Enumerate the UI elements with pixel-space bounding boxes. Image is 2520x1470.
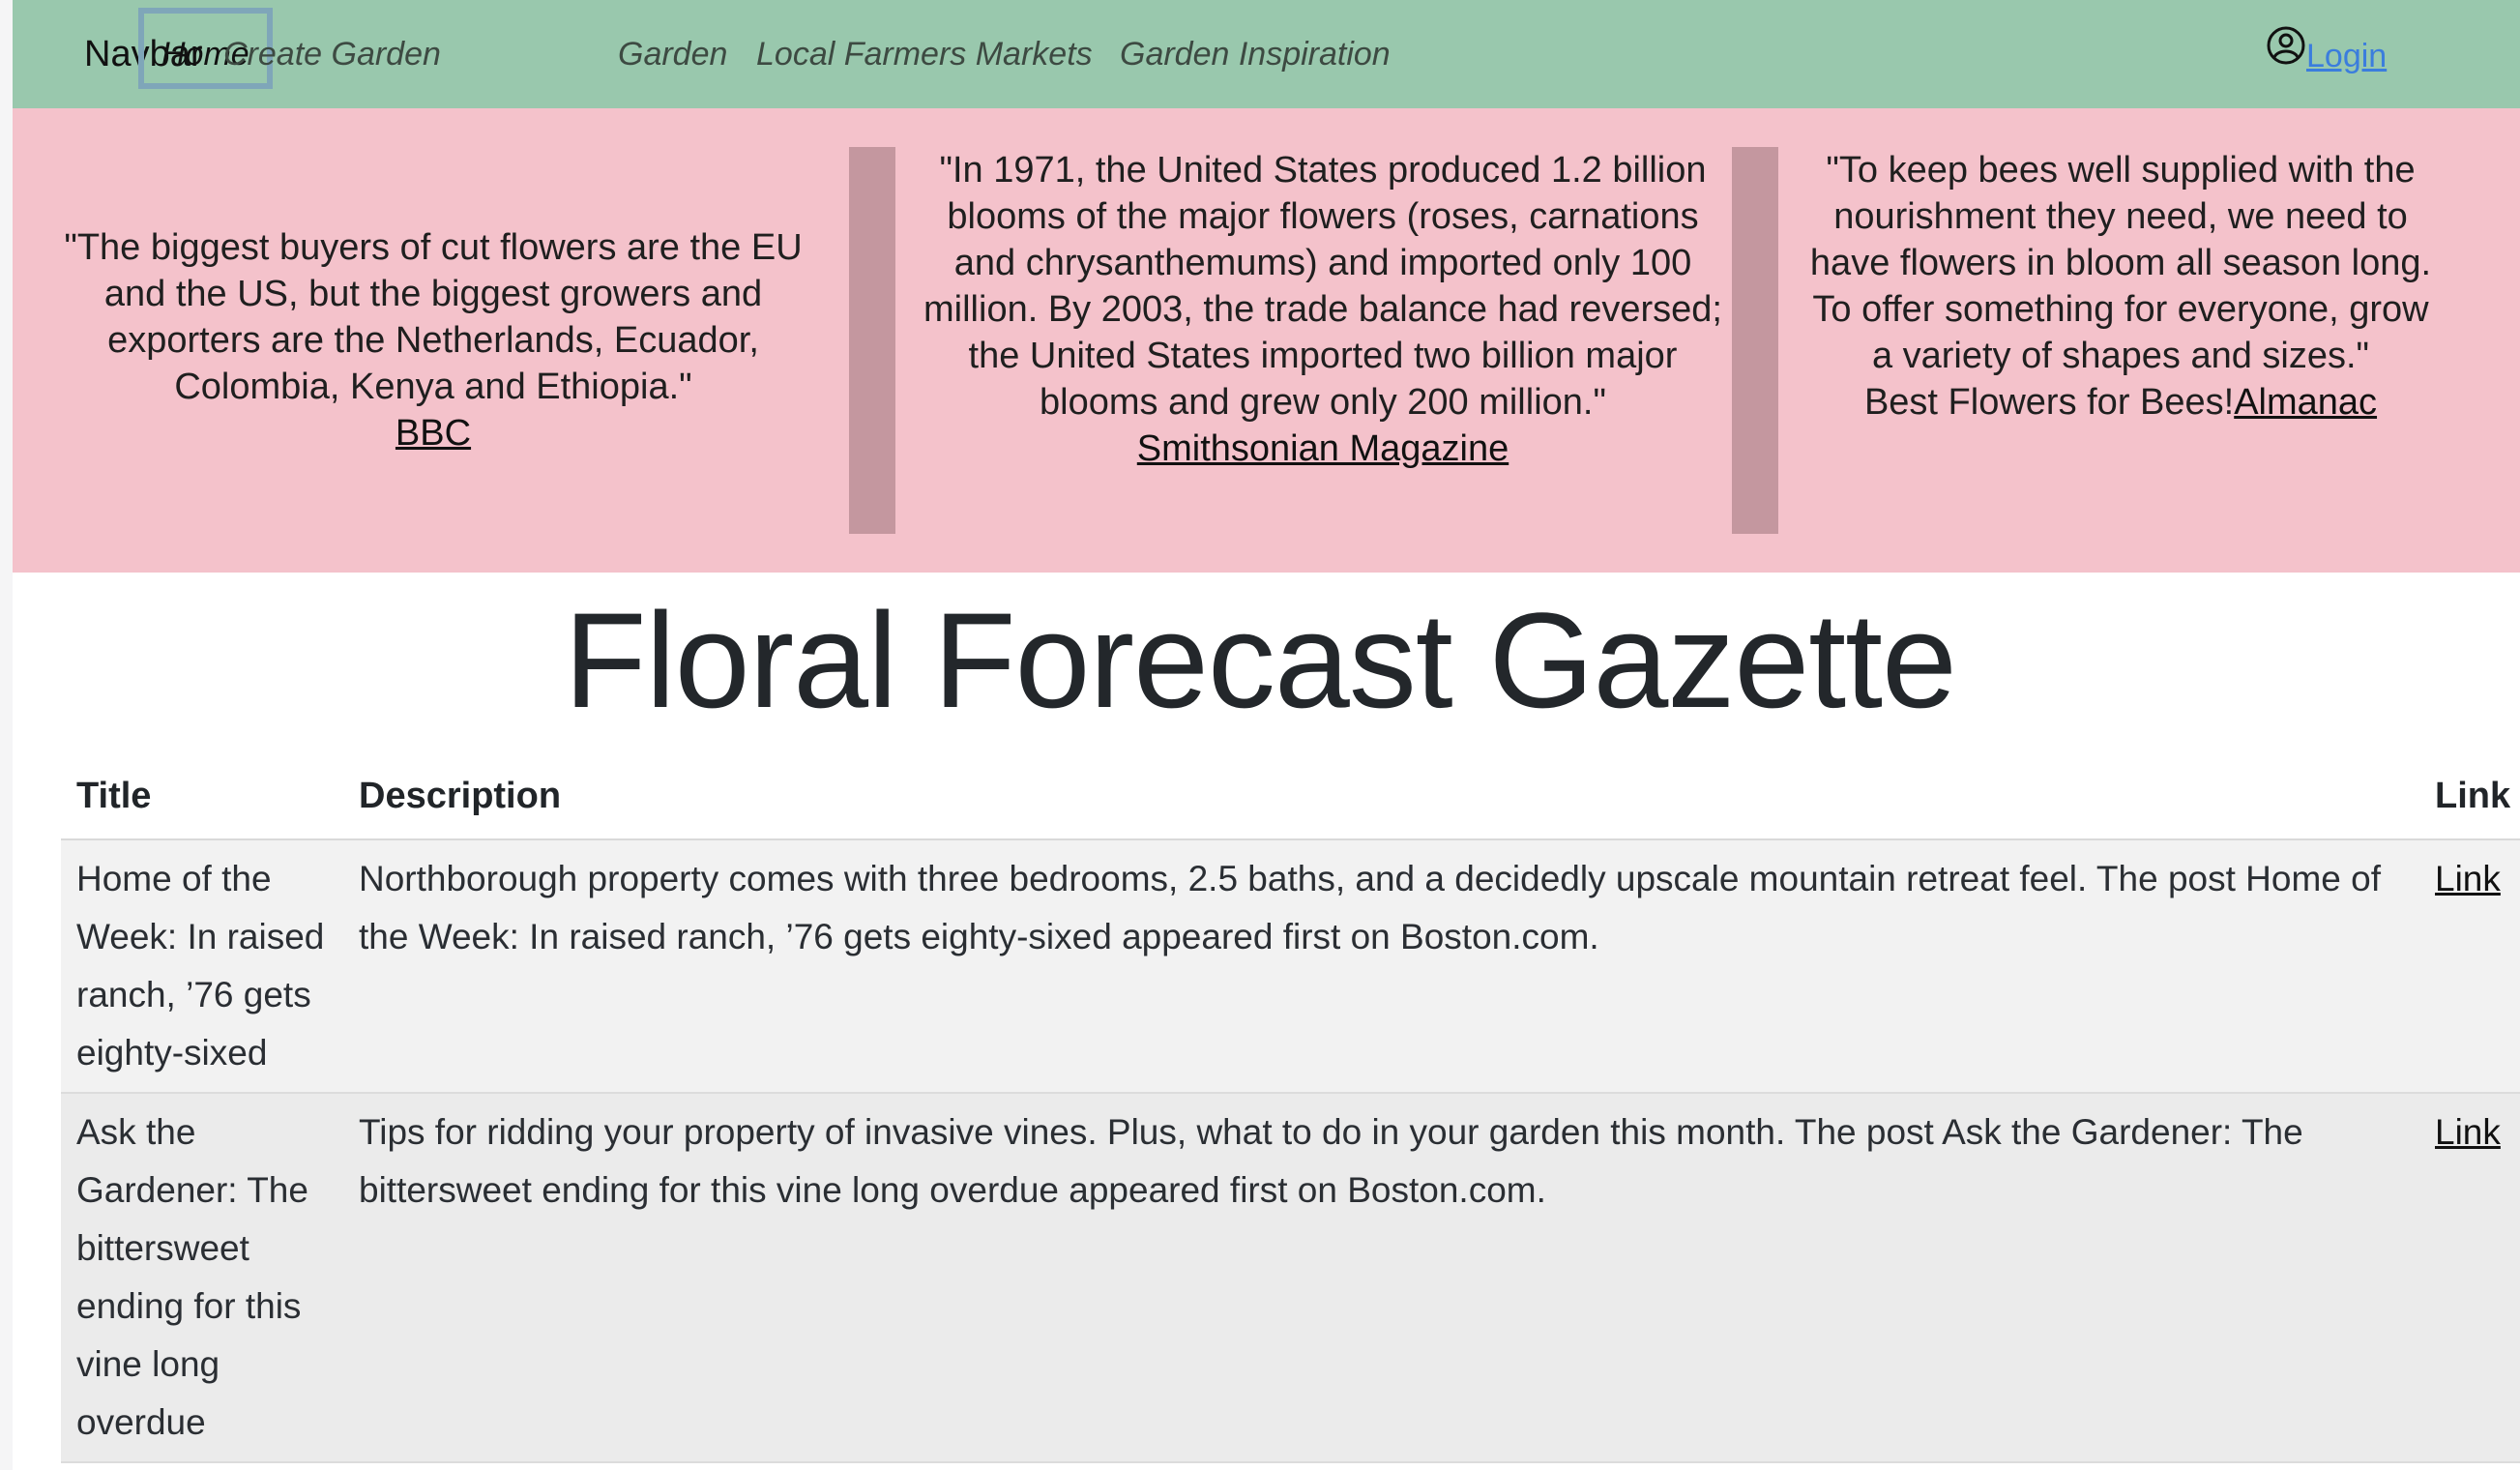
navbar: Navbar Home Create Garden Garden Local F… [13,0,2520,108]
quote-2-source-link[interactable]: Smithsonian Magazine [1137,428,1509,469]
table-row: Home of the Week: In raised ranch, ’76 g… [61,839,2520,1094]
quotes-banner: "The biggest buyers of cut flowers are t… [13,108,2520,573]
row-description: Northborough property comes with three b… [343,839,2419,1094]
row-link-cell: Link [2419,1093,2520,1463]
quote-1-text: "The biggest buyers of cut flowers are t… [64,227,803,407]
header-title: Title [61,759,343,840]
user-circle-icon[interactable] [2266,25,2306,66]
quote-1: "The biggest buyers of cut flowers are t… [32,224,835,456]
row-link-cell: Link [2419,839,2520,1094]
quote-2: "In 1971, the United States produced 1.2… [922,147,1724,472]
quote-divider-2 [1732,147,1778,534]
login-link[interactable]: Login [2306,33,2387,79]
table-header-row: Title Description Link [61,759,2520,840]
nav-item-garden-inspiration[interactable]: Garden Inspiration [1120,31,1391,77]
row-description: Tips for ridding your property of invasi… [343,1093,2419,1463]
left-gutter [0,0,13,1470]
quote-3-source-link[interactable]: Almanac [2234,382,2377,423]
nav-item-garden[interactable]: Garden [618,31,727,77]
quote-3-text: "To keep bees well supplied with the nou… [1809,150,2432,376]
row-link[interactable]: Link [2435,859,2501,898]
quote-2-text: "In 1971, the United States produced 1.2… [923,150,1722,423]
nav-item-create-garden[interactable]: Create Garden [223,31,441,77]
row-title: Ask the Gardener: The bittersweet ending… [61,1093,343,1463]
row-title: Home of the Week: In raised ranch, ’76 g… [61,839,343,1094]
login-area[interactable]: Login [2266,25,2387,79]
nav-item-local-farmers-markets[interactable]: Local Farmers Markets [756,31,1093,77]
quote-divider-1 [849,147,895,534]
table-row: Ask the Gardener: The bittersweet ending… [61,1093,2520,1463]
page-title: Floral Forecast Gazette [564,584,1957,736]
header-link: Link [2419,759,2520,840]
articles-table: Title Description Link Home of the Week:… [61,759,2520,1463]
header-description: Description [343,759,2419,840]
row-link[interactable]: Link [2435,1112,2501,1152]
quote-3-prefix: Best Flowers for Bees! [1863,382,2235,423]
quote-1-source-link[interactable]: BBC [396,413,471,454]
quote-3: "To keep bees well supplied with the nou… [1806,147,2435,426]
page: Navbar Home Create Garden Garden Local F… [0,0,2520,1470]
